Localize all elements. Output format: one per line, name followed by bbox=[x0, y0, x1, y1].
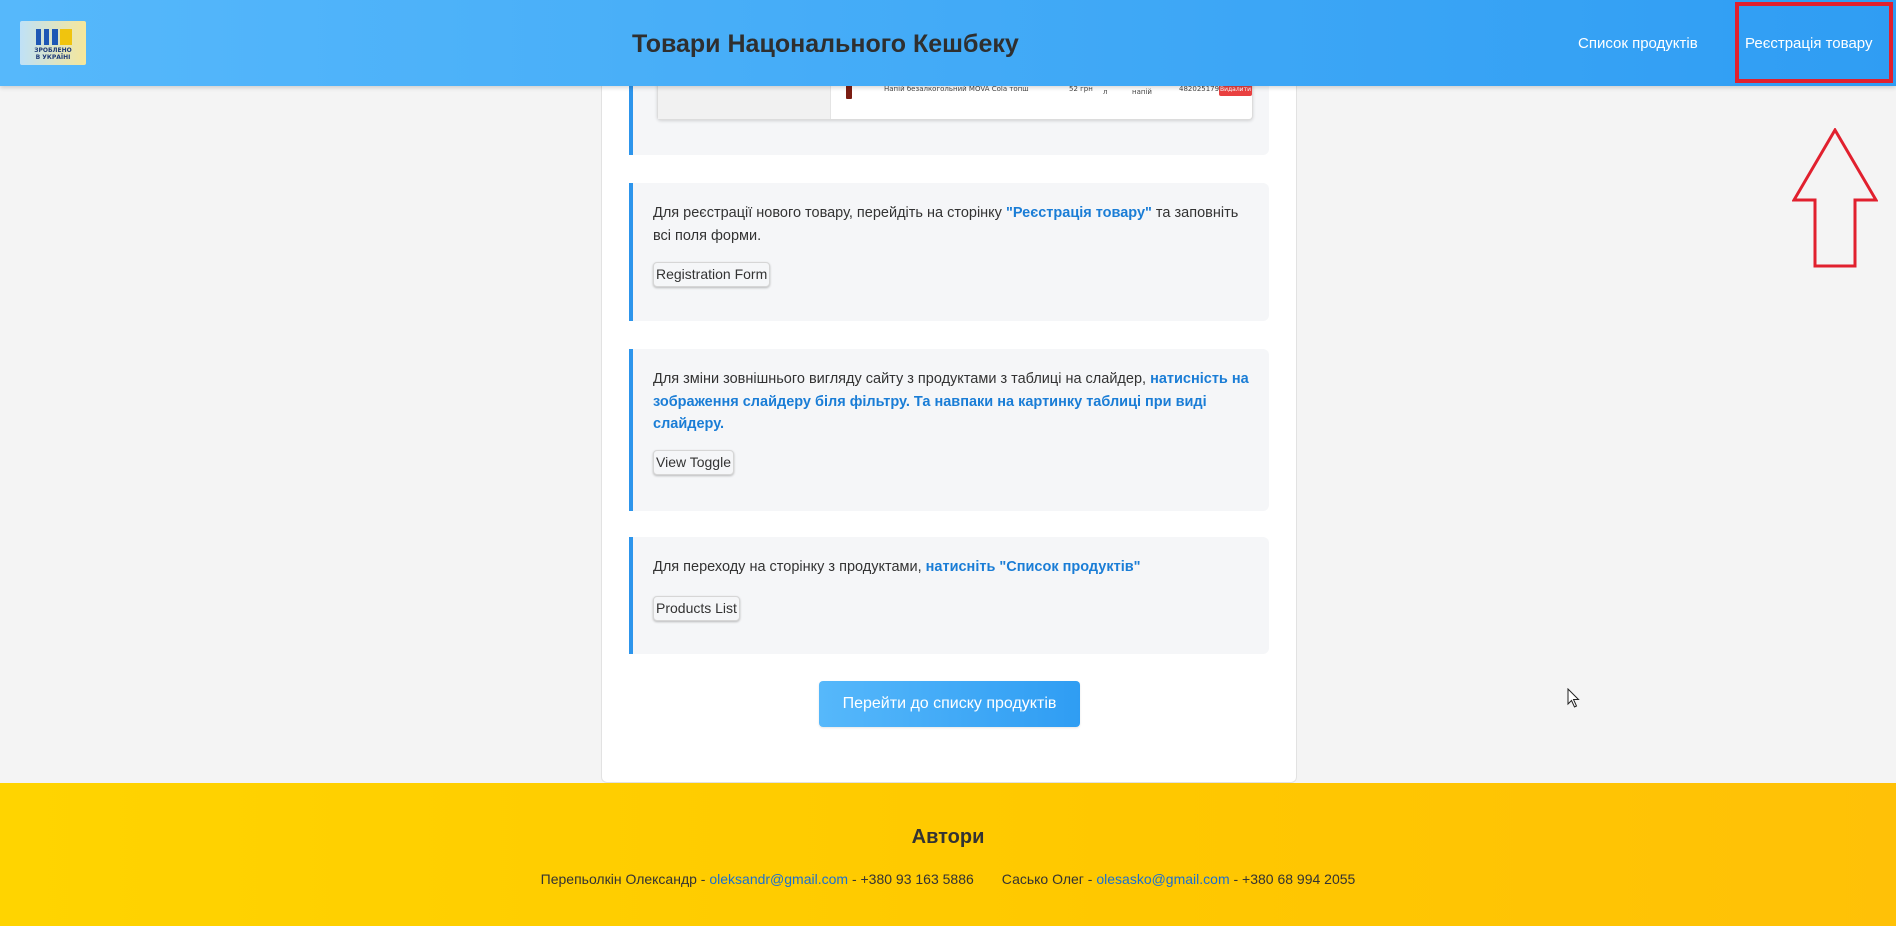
registration-instructions: Для реєстрації нового товару, перейдіть … bbox=[653, 202, 1253, 247]
registration-link-text[interactable]: "Реєстрація товару" bbox=[1006, 205, 1152, 221]
nav-products-link[interactable]: Список продуктів bbox=[1578, 35, 1698, 52]
annotation-highlight-box bbox=[1735, 2, 1893, 83]
products-list-link-text[interactable]: натисніть "Список продуктів" bbox=[926, 559, 1141, 575]
view-toggle-button[interactable]: View Toggle bbox=[653, 450, 734, 475]
info-box-registration: Для реєстрації нового товару, перейдіть … bbox=[629, 183, 1269, 321]
author-1-email-link[interactable]: oleksandr@gmail.com bbox=[709, 871, 848, 887]
author-1-name: Перепьолкін Олександр - bbox=[540, 871, 710, 887]
author-2-name: Сасько Олег - bbox=[1001, 871, 1097, 887]
view-toggle-text-before: Для зміни зовнішнього вигляду сайту з пр… bbox=[653, 371, 1151, 387]
site-header: ЗРОБЛЕНО В УКРАЇНІ Товари Нацонального К… bbox=[0, 0, 1896, 86]
products-list-button[interactable]: Products List bbox=[653, 596, 740, 621]
footer-authors: Перепьолкін Олександр - oleksandr@gmail.… bbox=[0, 871, 1896, 887]
mouse-cursor-icon bbox=[1567, 688, 1580, 708]
author-1-phone: - +380 93 163 5886 bbox=[848, 871, 974, 887]
products-list-text-before: Для переходу на сторінку з продуктами, bbox=[653, 559, 926, 575]
site-title: Товари Нацонального Кешбеку bbox=[632, 30, 1019, 58]
registration-text-before: Для реєстрації нового товару, перейдіть … bbox=[653, 205, 1006, 221]
logo-bars-icon bbox=[36, 29, 72, 45]
logo-text-line2: В УКРАЇНІ bbox=[35, 54, 71, 61]
annotation-arrow-up-icon bbox=[1792, 128, 1878, 268]
site-footer: Автори Перепьолкін Олександр - oleksandr… bbox=[0, 783, 1896, 926]
preview-product-name: Напій безалкогольний MOVA Cola топш bbox=[884, 85, 1029, 93]
go-to-products-button[interactable]: Перейти до списку продуктів bbox=[819, 681, 1080, 727]
products-list-instructions: Для переходу на сторінку з продуктами, н… bbox=[653, 556, 1253, 579]
preview-product-price: 52 грн bbox=[1069, 85, 1093, 93]
made-in-ukraine-logo[interactable]: ЗРОБЛЕНО В УКРАЇНІ bbox=[20, 21, 86, 65]
info-box-products-list: Для переходу на сторінку з продуктами, н… bbox=[629, 537, 1269, 654]
author-2-email-link[interactable]: olesasko@gmail.com bbox=[1096, 871, 1229, 887]
info-box-view-toggle: Для зміни зовнішнього вигляду сайту з пр… bbox=[629, 349, 1269, 511]
view-toggle-instructions: Для зміни зовнішнього вигляду сайту з пр… bbox=[653, 368, 1253, 436]
footer-title: Автори bbox=[911, 826, 985, 848]
author-2-phone: - +380 68 994 2055 bbox=[1229, 871, 1356, 887]
registration-form-button[interactable]: Registration Form bbox=[653, 262, 771, 287]
